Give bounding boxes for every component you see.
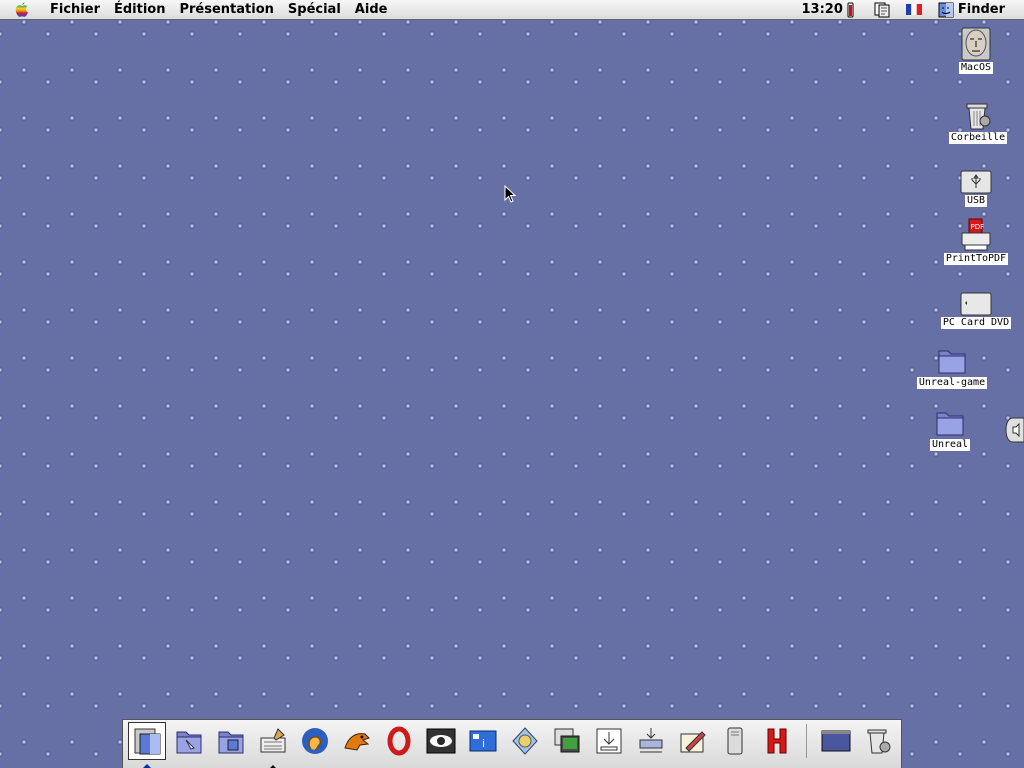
red-h-app-icon: [767, 728, 787, 754]
finder-icon: [134, 728, 161, 755]
launcher-item-network[interactable]: [506, 722, 544, 760]
folder-icon: [935, 342, 969, 376]
svg-text:PDF: PDF: [971, 223, 985, 231]
launcher-item-red-h[interactable]: [758, 722, 796, 760]
desktop-icon-label: Corbeille: [948, 132, 1008, 144]
menu-aide[interactable]: Aide: [348, 0, 395, 19]
launcher-item-opera[interactable]: [380, 722, 418, 760]
desktop-icon-usb[interactable]: USB: [936, 160, 1016, 207]
desktop-icon-trash[interactable]: Corbeille: [938, 97, 1018, 144]
application-switcher-icon[interactable]: [874, 0, 890, 19]
launcher-item-transfer[interactable]: [632, 722, 670, 760]
pdf-printer-icon: PDF: [959, 218, 993, 252]
desktop-icon-unreal-game[interactable]: Unreal-game: [912, 342, 992, 389]
menu-presentation[interactable]: Présentation: [172, 0, 280, 19]
tower-computer-icon: [727, 727, 743, 755]
desktop-icon-label: Unreal: [929, 439, 971, 451]
apple-menu-icon[interactable]: [12, 0, 32, 19]
trash-icon: [867, 729, 891, 754]
launcher-bar: i: [122, 719, 902, 768]
launcher-item-finder[interactable]: [128, 722, 166, 768]
desktop-icon-label: PC Card DVD: [940, 317, 1012, 329]
desktop-icon-macos[interactable]: MacOS: [936, 27, 1016, 74]
keyboard-stylus-app-icon: [260, 728, 286, 753]
launcher-item-ear[interactable]: [296, 722, 334, 760]
network-transfer-icon: [639, 728, 663, 753]
finder-app-icon[interactable]: [938, 0, 954, 19]
battery-icon[interactable]: [847, 0, 854, 19]
desktop-icon-label: USB: [964, 195, 988, 207]
launcher-item-window[interactable]: [817, 722, 855, 760]
launcher-item-drawing[interactable]: [674, 722, 712, 760]
launcher-item-trash[interactable]: [859, 722, 897, 760]
info-window-icon: i: [469, 730, 497, 752]
virtual-pc-icon: [554, 728, 580, 753]
menu-fichier[interactable]: Fichier: [43, 0, 107, 19]
opera-icon: [387, 726, 411, 756]
dinosaur-app-icon: [344, 733, 370, 751]
launcher-item-virtual-pc[interactable]: [548, 722, 586, 760]
network-globe-icon: [512, 727, 538, 755]
menu-special[interactable]: Spécial: [281, 0, 348, 19]
launcher-item-download[interactable]: [590, 722, 628, 760]
usb-drive-icon: [959, 160, 993, 194]
launcher-separator: [806, 724, 807, 758]
launcher-item-eye[interactable]: [422, 722, 460, 760]
mouse-pointer-icon: [504, 185, 516, 203]
hard-disk-face-icon: [959, 27, 993, 61]
desktop-icon-label: MacOS: [958, 62, 994, 74]
window-app-icon: [821, 730, 851, 752]
french-flag-keyboard-icon[interactable]: [905, 0, 922, 19]
menu-bar-extras: 13:20 Finder: [801, 0, 1024, 19]
running-indicator: [143, 764, 151, 768]
launcher-item-tower[interactable]: [716, 722, 754, 760]
pc-card-icon: [959, 282, 993, 316]
svg-text:i: i: [482, 737, 485, 750]
desktop-icon-label: PrintToPDF: [943, 253, 1009, 265]
folder-icon: [933, 404, 967, 438]
menu-clock[interactable]: 13:20: [801, 2, 842, 17]
active-app-name[interactable]: Finder: [958, 2, 1005, 17]
documents-folder-icon: [176, 731, 202, 754]
desktop-icon-pc-card-dvd[interactable]: PC Card DVD: [936, 282, 1016, 329]
drawing-app-icon: [680, 731, 706, 753]
trash-icon: [961, 97, 995, 131]
eye-preview-icon: [426, 728, 456, 754]
desktop-icon-printtopdf[interactable]: PDF PrintToPDF: [936, 218, 1016, 265]
system-folder-icon: [218, 731, 244, 754]
launcher-item-keyboard[interactable]: [254, 722, 292, 768]
desktop-icon-unreal[interactable]: Unreal: [910, 404, 990, 451]
ear-sound-app-icon: [302, 728, 328, 754]
launcher-item-info[interactable]: i: [464, 722, 502, 760]
launcher-item-system[interactable]: [212, 722, 250, 760]
launcher-item-dinosaur[interactable]: [338, 722, 376, 760]
control-strip-tab-icon[interactable]: [1005, 417, 1024, 443]
download-tray-icon: [596, 728, 622, 754]
launcher-item-documents[interactable]: [170, 722, 208, 760]
menu-bar: Fichier Édition Présentation Spécial Aid…: [0, 0, 1024, 20]
menu-edition[interactable]: Édition: [107, 0, 173, 19]
desktop-icon-label: Unreal-game: [916, 377, 988, 389]
